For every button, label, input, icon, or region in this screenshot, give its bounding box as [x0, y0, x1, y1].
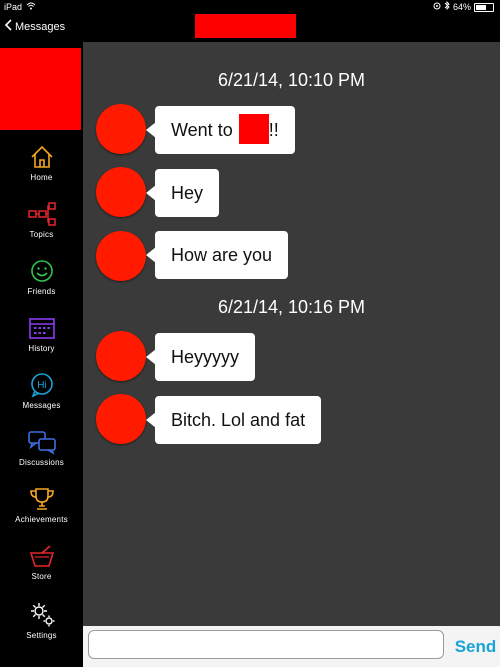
- redacted-text: [238, 114, 269, 144]
- topics-icon: [27, 202, 56, 226]
- message-input[interactable]: [88, 630, 444, 659]
- sidebar-item-history[interactable]: History: [0, 315, 83, 371]
- messages-icon: Hi: [30, 373, 53, 398]
- message-timestamp: 6/21/14, 10:10 PM: [217, 70, 366, 90]
- sidebar-item-label: Achievements: [15, 515, 68, 524]
- sidebar-item-label: Store: [31, 572, 52, 581]
- device-label: iPad: [4, 2, 23, 12]
- sidebar-item-settings[interactable]: Settings: [0, 600, 83, 656]
- home-icon: [30, 145, 53, 168]
- chevron-left-icon: [4, 19, 12, 34]
- avatar[interactable]: [96, 394, 146, 444]
- sidebar: Home Topics Friends History Hi Messages …: [0, 42, 83, 667]
- status-bar: iPad 64%: [0, 0, 500, 14]
- message-bubble: Hey: [145, 169, 220, 217]
- avatar[interactable]: [96, 104, 146, 154]
- trophy-icon: [29, 488, 54, 510]
- status-right: 64%: [433, 0, 494, 14]
- battery-icon: [474, 2, 494, 12]
- message-bubble: Heyyyyy: [145, 333, 256, 381]
- store-icon: [29, 545, 54, 567]
- message-bubble: Went to!!: [146, 106, 295, 154]
- sidebar-item-store[interactable]: Store: [0, 543, 83, 599]
- friends-icon: [30, 260, 53, 282]
- sidebar-item-achievements[interactable]: Achievements: [0, 486, 83, 542]
- avatar[interactable]: [96, 231, 146, 281]
- message-bubble: How are you: [145, 231, 289, 279]
- sidebar-item-discussions[interactable]: Discussions: [0, 429, 83, 485]
- message-text: Hey: [171, 183, 204, 203]
- message-text: Heyyyyy: [171, 347, 240, 367]
- avatar[interactable]: [96, 167, 146, 217]
- send-button[interactable]: Send: [451, 626, 500, 667]
- wifi-icon: [26, 0, 36, 14]
- svg-text:Hi: Hi: [37, 380, 46, 391]
- nav-bar: Messages: [0, 14, 500, 42]
- sidebar-item-home[interactable]: Home: [0, 144, 83, 200]
- sidebar-item-label: Friends: [27, 287, 56, 296]
- sidebar-item-label: History: [28, 344, 55, 353]
- location-icon: [433, 0, 441, 14]
- sidebar-item-label: Messages: [22, 401, 61, 410]
- battery-percent: 64%: [452, 2, 471, 12]
- sidebar-item-label: Topics: [29, 230, 54, 239]
- message-text: Bitch. Lol and fat: [171, 410, 306, 430]
- message-timestamp: 6/21/14, 10:16 PM: [217, 297, 366, 317]
- chat-thread: 6/21/14, 10:10 PM Went to!! Hey How are …: [83, 42, 500, 626]
- discussions-icon: [27, 431, 56, 455]
- message-composer: Send: [83, 626, 500, 667]
- avatar[interactable]: [96, 331, 146, 381]
- message-text: !!: [268, 120, 279, 140]
- sidebar-item-label: Discussions: [19, 458, 64, 467]
- sidebar-item-friends[interactable]: Friends: [0, 258, 83, 314]
- back-button[interactable]: Messages: [4, 19, 65, 34]
- back-label: Messages: [15, 20, 66, 33]
- message-text: How are you: [171, 245, 273, 265]
- gear-icon: [30, 603, 54, 627]
- history-icon: [28, 318, 55, 339]
- sidebar-item-messages[interactable]: Hi Messages: [0, 372, 83, 428]
- message-text: Went to: [171, 120, 233, 140]
- sidebar-item-topics[interactable]: Topics: [0, 201, 83, 257]
- redacted-profile-image[interactable]: [0, 48, 81, 130]
- message-bubble: Bitch. Lol and fat: [145, 396, 322, 444]
- sidebar-item-label: Settings: [26, 631, 57, 640]
- sidebar-item-label: Home: [30, 173, 53, 182]
- bluetooth-icon: [444, 0, 450, 14]
- redacted-title: [195, 14, 296, 38]
